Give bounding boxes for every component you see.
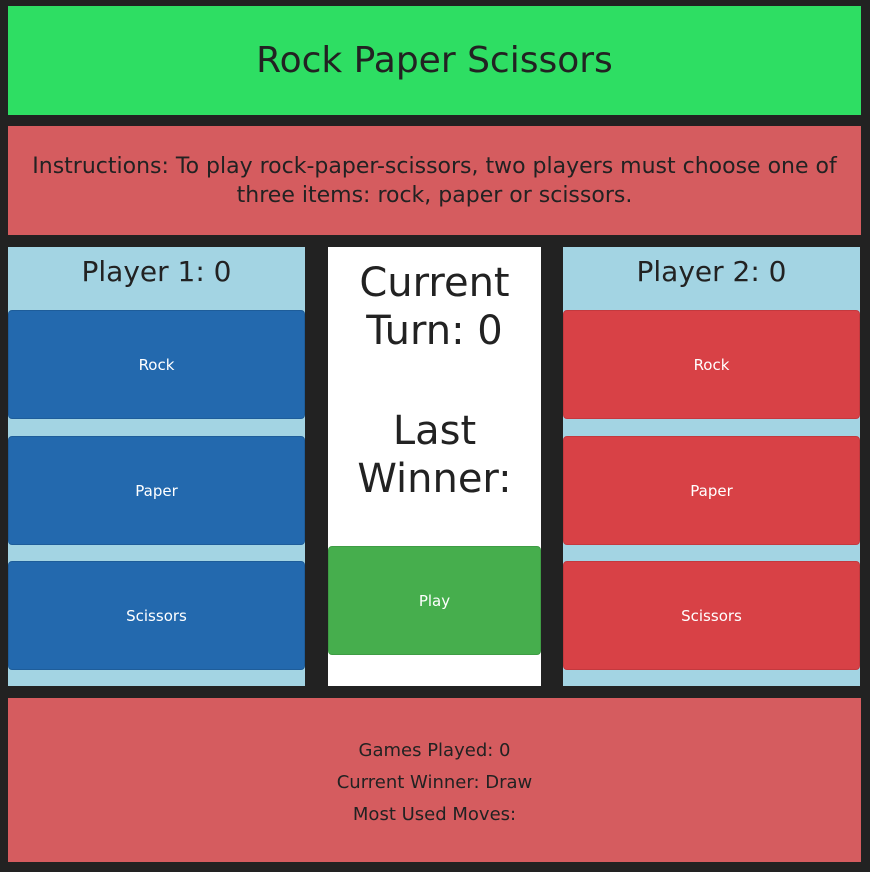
- player-1-paper-button[interactable]: Paper: [8, 436, 305, 545]
- last-winner: Last Winner:: [357, 408, 512, 502]
- current-winner: Current Winner: Draw: [336, 772, 533, 793]
- player-2-scissors-button[interactable]: Scissors: [563, 561, 860, 670]
- stats-panel: Games Played: 0 Current Winner: Draw Mos…: [8, 698, 861, 862]
- player-2-paper-button[interactable]: Paper: [563, 436, 860, 545]
- player-2-rock-button[interactable]: Rock: [563, 310, 860, 419]
- most-used-moves: Most Used Moves:: [352, 804, 517, 825]
- game-status-panel: Current Turn: 0 Last Winner: Play: [328, 247, 541, 686]
- player-2-panel: Player 2: 0 Rock Paper Scissors: [563, 247, 860, 686]
- player-1-rock-button[interactable]: Rock: [8, 310, 305, 419]
- player-1-scissors-button[interactable]: Scissors: [8, 561, 305, 670]
- instructions-text: Instructions: To play rock-paper-scissor…: [32, 153, 837, 208]
- play-button[interactable]: Play: [328, 546, 541, 655]
- current-turn: Current Turn: 0: [359, 260, 510, 354]
- page-title: Rock Paper Scissors: [256, 40, 613, 81]
- instructions-panel: Instructions: To play rock-paper-scissor…: [8, 126, 861, 235]
- player-2-score: Player 2: 0: [636, 255, 787, 288]
- page-header: Rock Paper Scissors: [8, 6, 861, 115]
- player-1-panel: Player 1: 0 Rock Paper Scissors: [8, 247, 305, 686]
- player-1-score: Player 1: 0: [81, 255, 232, 288]
- games-played: Games Played: 0: [358, 740, 511, 761]
